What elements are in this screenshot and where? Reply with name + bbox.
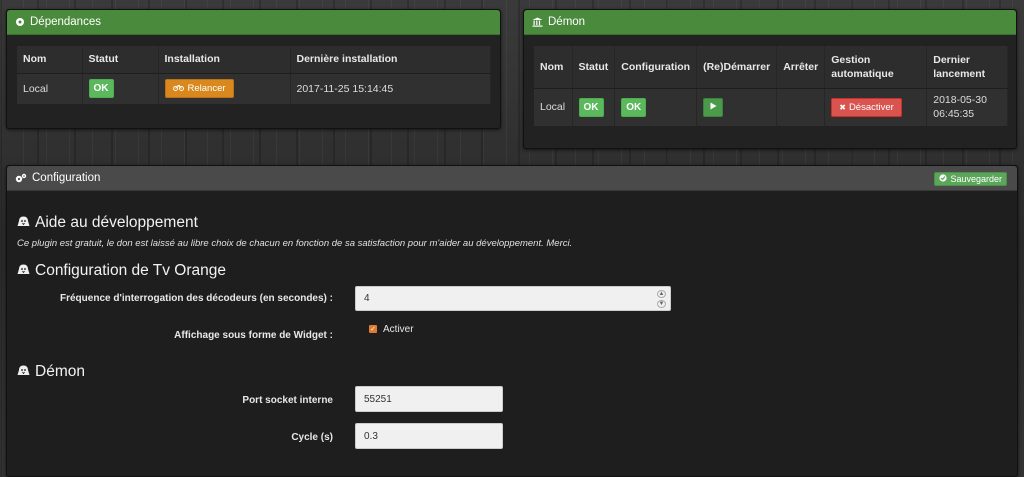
cycle-value: 0.3 [364, 430, 378, 442]
frequency-label: Fréquence d'interrogation des décodeurs … [60, 293, 333, 304]
save-label: Sauvegarder [950, 173, 1002, 184]
vader-icon [17, 262, 30, 280]
last-launch-date: 2018-05-30 [933, 94, 987, 107]
widget-label: Affichage sous forme de Widget : [174, 330, 333, 341]
col-redemarrer: (Re)Démarrer [696, 46, 778, 89]
daemon-last-launch: 2018-05-30 06:45:35 [926, 88, 1008, 126]
daemon-status-cell: OK [572, 88, 616, 126]
daemon-auto-cell: ✖ Désactiver [824, 88, 928, 126]
frequency-input[interactable]: 4 ▲ ▼ [355, 286, 671, 311]
gear-icon [15, 17, 25, 27]
tv-title-text: Configuration de Tv Orange [35, 262, 226, 279]
dep-status-cell: OK [82, 73, 159, 104]
daemon-stop-cell [776, 88, 826, 126]
check-circle-icon [939, 167, 948, 192]
daemon-title: Démon [548, 15, 586, 28]
desactiver-button[interactable]: ✖ Désactiver [831, 97, 902, 117]
dependencies-title: Dépendances [30, 15, 101, 28]
stepper-down-icon[interactable]: ▼ [657, 300, 666, 308]
daemon-table: Nom Statut Configuration (Re)Démarrer Ar… [534, 46, 1008, 126]
port-value: 55251 [364, 393, 392, 405]
gestion-line2: automatique [831, 67, 894, 80]
widget-checkbox[interactable]: ✓ [369, 325, 377, 333]
aide-title-text: Aide au développement [35, 214, 198, 231]
configuration-title: Configuration [32, 171, 101, 184]
col-arreter: Arrêter [776, 46, 826, 89]
col-installation: Installation [158, 46, 291, 74]
vader-icon [17, 214, 30, 232]
daemon-name: Local [534, 88, 573, 126]
col-gestion-auto: Gestion automatique [824, 46, 928, 89]
last-launch-time: 06:45:35 [933, 108, 975, 121]
col-nom: Nom [534, 46, 573, 89]
dependencies-panel-heading: Dépendances [7, 10, 500, 35]
play-icon [710, 102, 717, 113]
port-label: Port socket interne [242, 395, 333, 406]
bank-icon [532, 17, 543, 27]
widget-checkbox-label[interactable]: Activer [383, 324, 414, 335]
daemon-config-cell: OK [614, 88, 698, 126]
daemon-panel: Démon Nom Statut Configuration (Re)Démar… [523, 9, 1017, 149]
dependencies-table: Nom Statut Installation Dernière install… [17, 46, 491, 104]
close-icon: ✖ [839, 102, 846, 112]
aide-section-title: Aide au développement [17, 214, 198, 232]
daemon-restart-cell [696, 88, 778, 126]
relancer-button[interactable]: Relancer [164, 79, 234, 99]
cycle-input[interactable]: 0.3 [355, 423, 503, 449]
col-dernier-lancement: Dernier lancement [926, 46, 1008, 89]
frequency-value: 4 [364, 293, 370, 304]
daemon-config-badge: OK [621, 97, 647, 117]
col-derniere-installation: Dernière installation [290, 46, 491, 74]
donation-text: Ce plugin est gratuit, le don est laissé… [17, 238, 573, 249]
dependencies-panel: Dépendances Nom Statut Installation Dern… [6, 9, 501, 129]
dep-last-install: 2017-11-25 15:14:45 [290, 73, 491, 104]
demon-section-title: Démon [17, 363, 85, 381]
bicycle-icon [172, 83, 184, 94]
dernier-line2: lancement [933, 67, 986, 80]
col-statut: Statut [82, 46, 159, 74]
restart-button[interactable] [703, 97, 724, 117]
demon-title-text: Démon [35, 363, 85, 380]
dernier-line1: Dernier [933, 53, 970, 66]
desactiver-label: Désactiver [848, 101, 894, 113]
dep-status-badge: OK [88, 79, 114, 99]
gestion-line1: Gestion [831, 53, 871, 66]
port-input[interactable]: 55251 [355, 386, 503, 412]
tv-section-title: Configuration de Tv Orange [17, 262, 226, 280]
dep-name: Local [17, 73, 83, 104]
number-stepper[interactable]: ▲ ▼ [657, 290, 666, 308]
configuration-panel: Configuration Sauvegarder Aide au dévelo… [6, 165, 1018, 477]
col-nom: Nom [17, 46, 83, 74]
cogs-icon [15, 173, 27, 183]
vader-icon [17, 363, 30, 381]
daemon-status-badge: OK [578, 97, 604, 117]
dep-install-cell: Relancer [158, 73, 291, 104]
col-configuration: Configuration [614, 46, 698, 89]
cycle-label: Cycle (s) [291, 432, 333, 443]
save-button[interactable]: Sauvegarder [934, 172, 1007, 186]
relancer-label: Relancer [187, 83, 226, 95]
configuration-panel-heading: Configuration Sauvegarder [7, 166, 1017, 191]
col-statut: Statut [572, 46, 616, 89]
stepper-up-icon[interactable]: ▲ [657, 290, 666, 298]
daemon-panel-heading: Démon [524, 10, 1016, 35]
